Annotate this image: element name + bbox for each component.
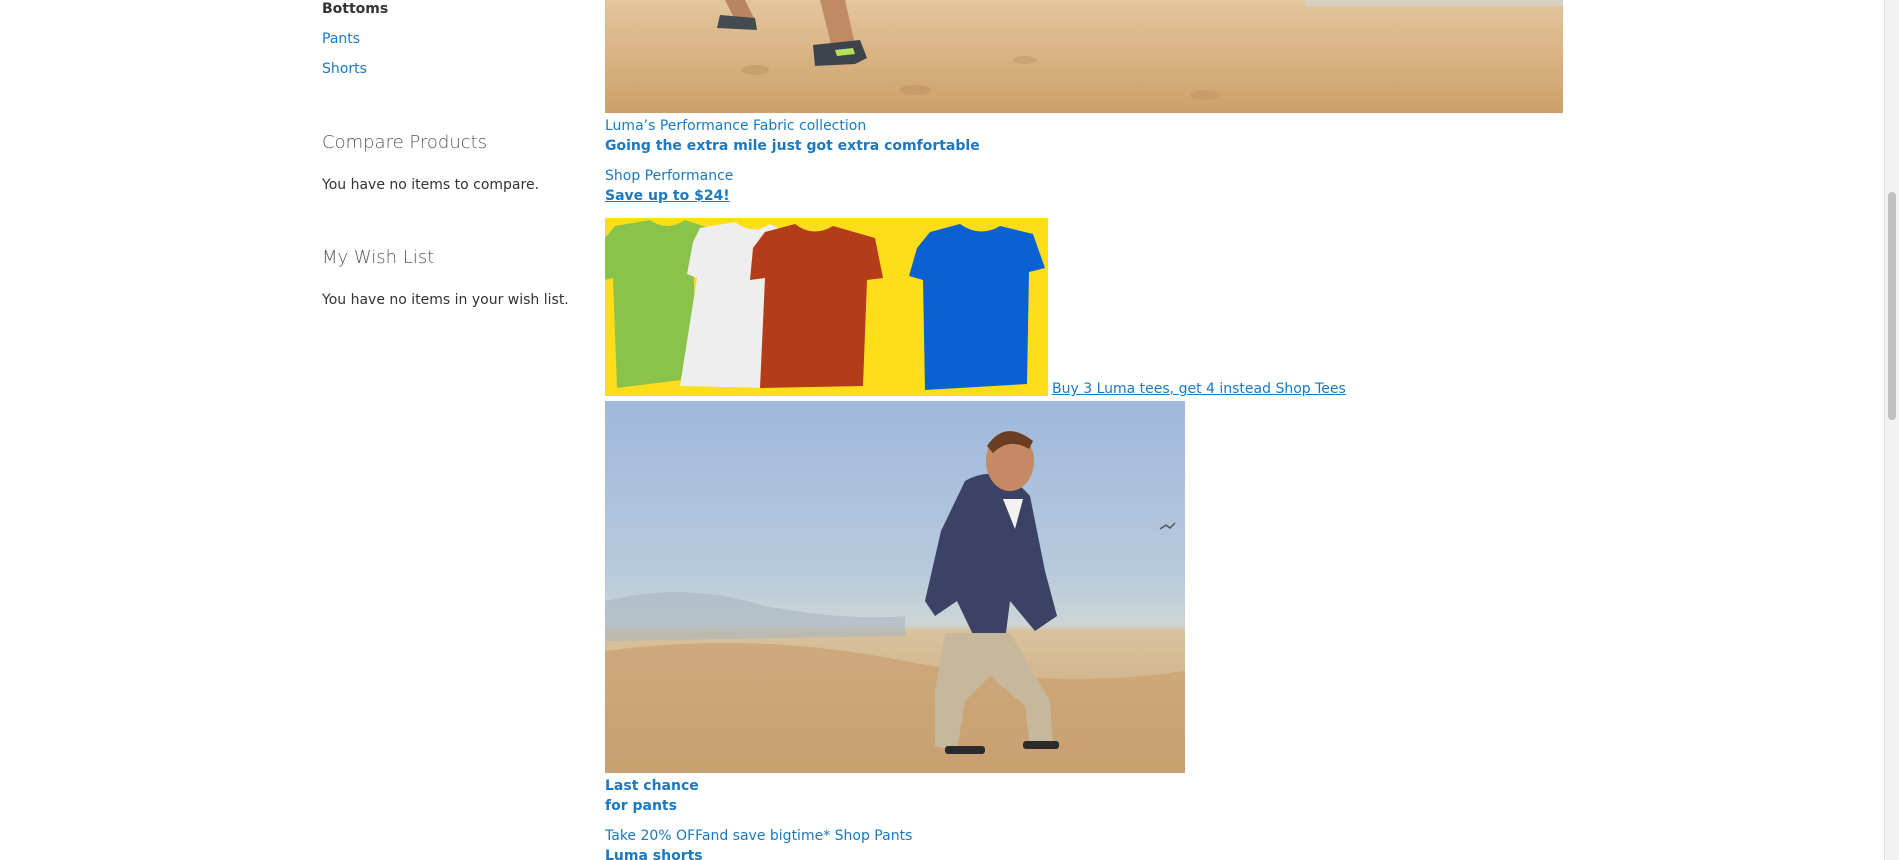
tees-promo-link[interactable]: Buy 3 Luma tees, get 4 instead Shop Tees	[1052, 381, 1346, 397]
pants-promo-image[interactable]	[605, 401, 1185, 773]
category-link-pants[interactable]: Pants	[322, 31, 360, 47]
scrollbar-thumb[interactable]	[1888, 192, 1896, 420]
shop-performance-link[interactable]: Shop Performance	[605, 168, 733, 184]
compare-empty-text: You have no items to compare.	[322, 177, 540, 193]
performance-collection-link[interactable]: Luma’s Performance Fabric collection	[605, 118, 866, 134]
save-up-to-link[interactable]: Save up to $24!	[605, 188, 730, 204]
pants-headline-line1: Last chance	[605, 778, 699, 794]
performance-hero-image[interactable]	[605, 0, 1563, 113]
compare-products-title: Compare Products	[322, 132, 488, 153]
page: Bottoms Pants Shorts Compare Products Yo…	[0, 0, 1899, 860]
tees-illustration	[605, 218, 1048, 396]
main-content: Luma’s Performance Fabric collection Goi…	[605, 0, 1565, 860]
vertical-scrollbar[interactable]	[1884, 0, 1899, 860]
pants-headline-line2: for pants	[605, 798, 677, 814]
wishlist-empty-text: You have no items in your wish list.	[322, 292, 569, 308]
performance-tagline: Going the extra mile just got extra comf…	[605, 138, 980, 154]
shop-pants-link[interactable]: Take 20% OFFand save bigtime* Shop Pants	[605, 828, 912, 844]
man-on-beach-illustration	[605, 401, 1185, 773]
category-heading: Bottoms	[322, 1, 389, 17]
runner-legs-illustration	[605, 0, 1563, 113]
category-link-shorts[interactable]: Shorts	[322, 61, 367, 77]
tees-promo-image[interactable]	[605, 218, 1048, 396]
wishlist-title: My Wish List	[322, 247, 435, 268]
shorts-heading: Luma shorts	[605, 848, 703, 860]
